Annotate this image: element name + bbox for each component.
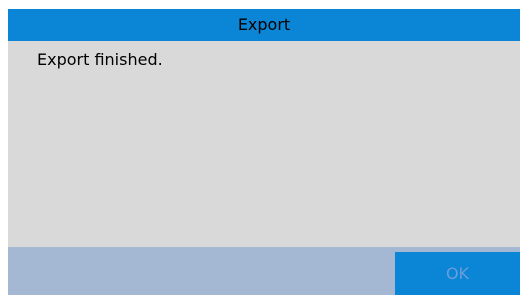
dialog-message: Export finished. — [37, 50, 163, 69]
dialog-title: Export — [8, 9, 520, 41]
dialog-footer: OK — [8, 247, 520, 295]
export-dialog: Export Export finished. OK — [8, 9, 520, 295]
ok-button[interactable]: OK — [395, 252, 520, 295]
